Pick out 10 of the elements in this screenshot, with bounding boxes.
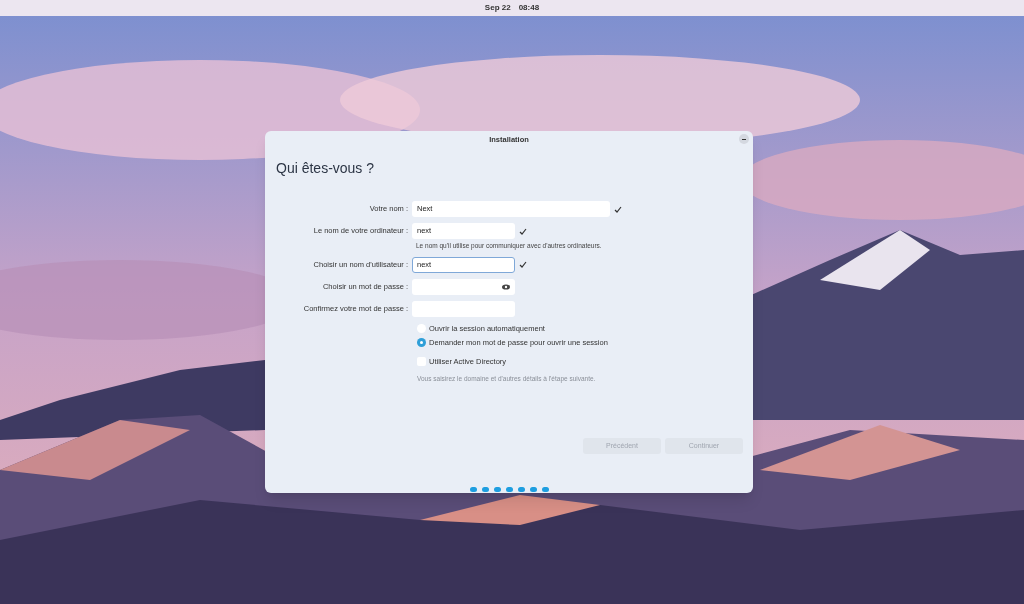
checkmark-icon [614, 205, 622, 213]
page-heading: Qui êtes-vous ? [276, 159, 375, 178]
checkmark-icon [519, 227, 527, 235]
input-field[interactable] [412, 278, 515, 295]
minimize-button[interactable] [739, 134, 749, 144]
eye-icon[interactable] [502, 283, 510, 290]
time-text: 08:48 [518, 2, 540, 14]
radio-button[interactable] [417, 338, 426, 348]
date-text: Sep 22 [484, 2, 511, 14]
checkmark-icon [519, 261, 527, 269]
